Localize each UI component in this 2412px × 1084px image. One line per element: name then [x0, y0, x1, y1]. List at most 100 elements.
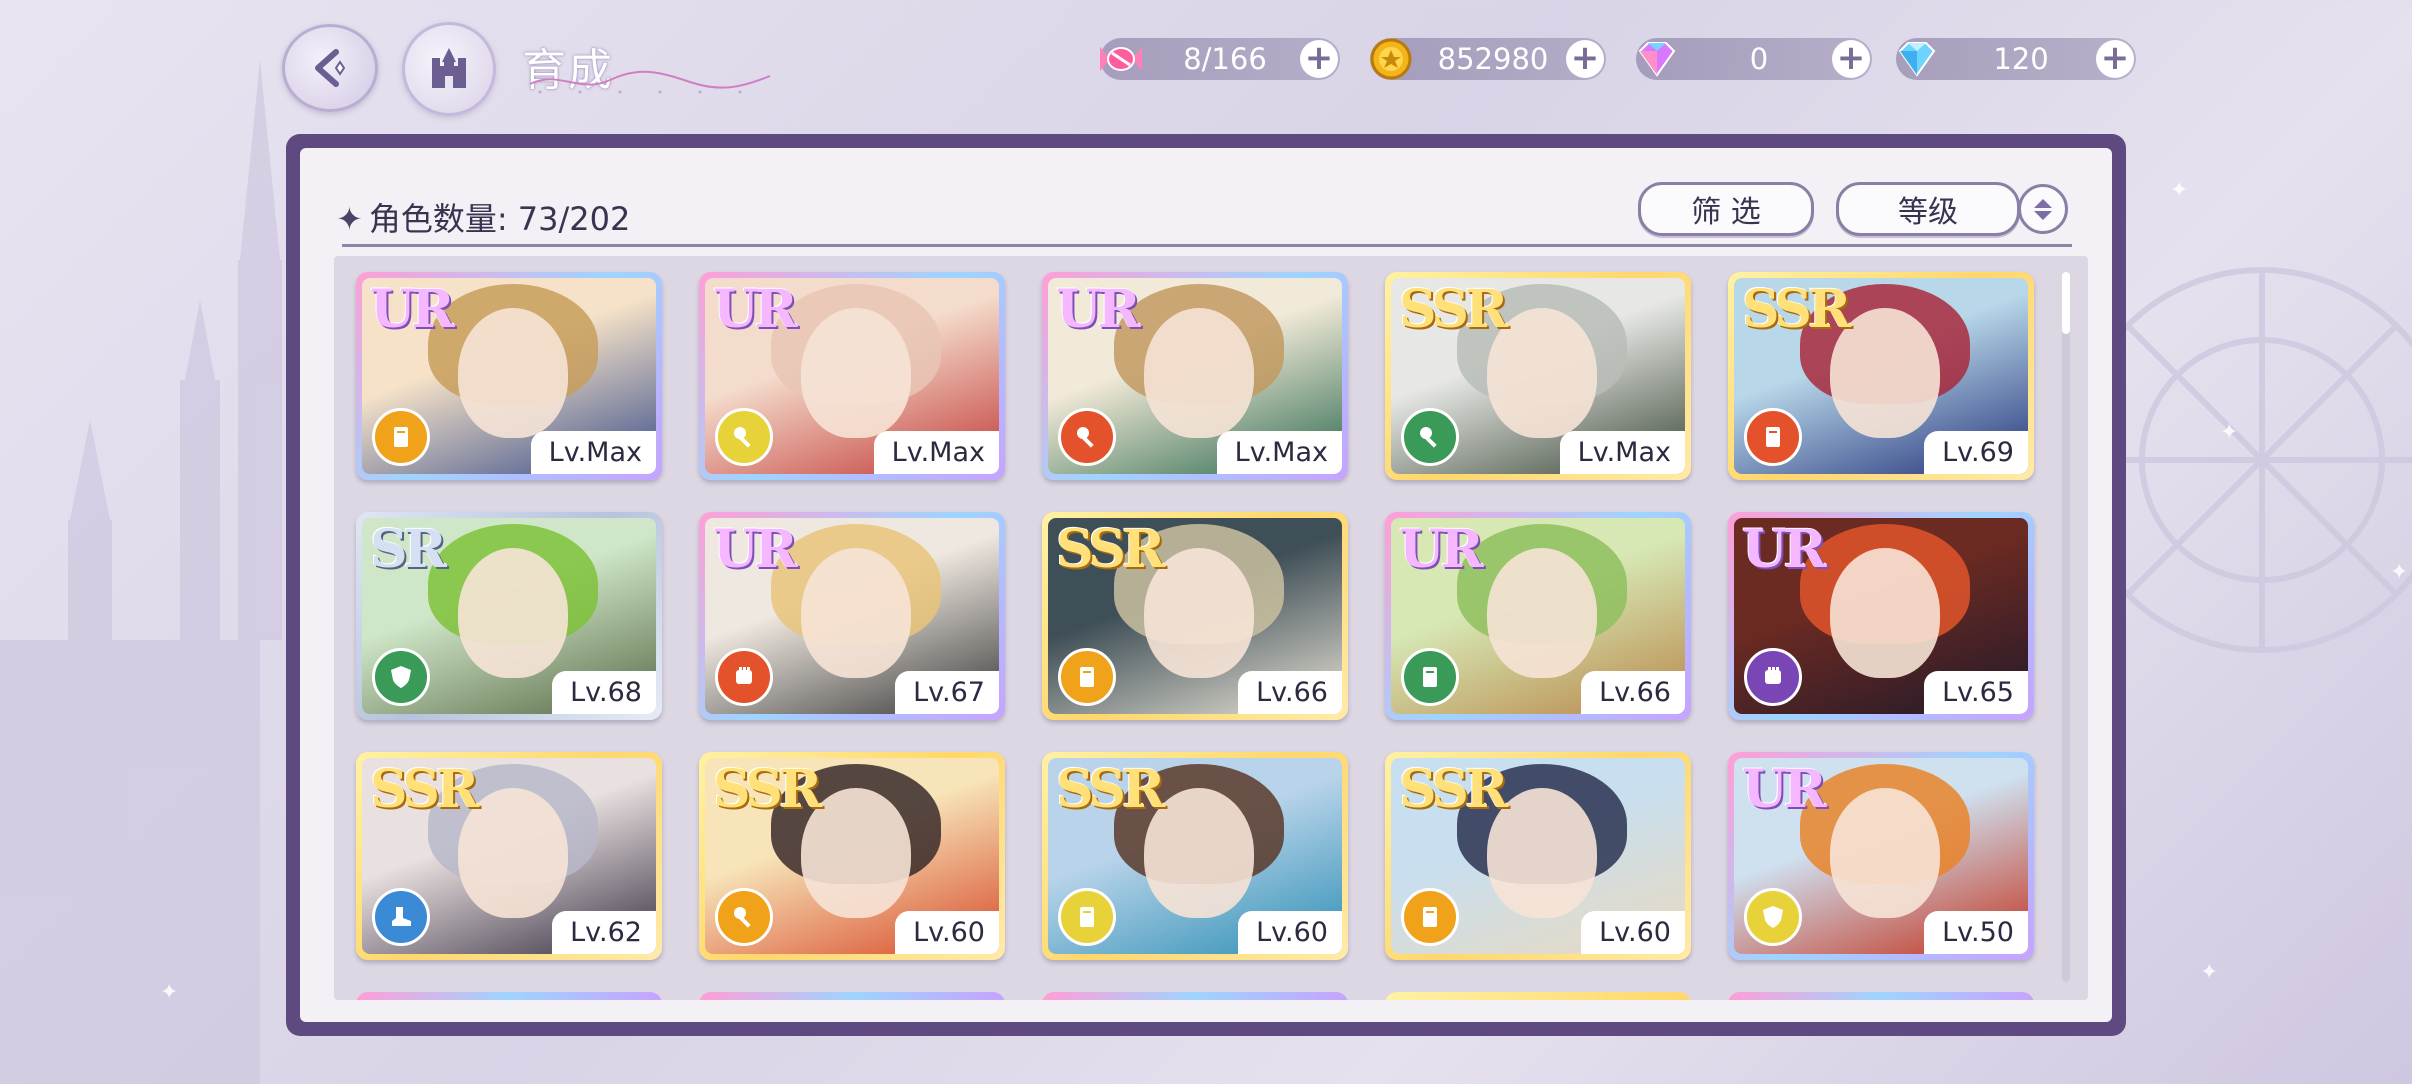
fist-role-icon	[715, 648, 773, 706]
level-label: Lv.60	[1238, 911, 1342, 954]
character-card[interactable]: UR Lv.Max	[1042, 272, 1348, 480]
rarity-badge: UR	[1399, 519, 1484, 580]
character-grid[interactable]: UR Lv.Max UR Lv.Max UR Lv.Max SSR Lv.Max SSR Lv.6…	[334, 256, 2088, 1000]
character-card[interactable]: SR Lv.68	[356, 512, 662, 720]
level-label: Lv.Max	[1559, 431, 1685, 474]
rainbow-gem-icon	[1630, 32, 1684, 86]
character-card[interactable]: SSR Lv.60	[1385, 752, 1691, 960]
character-card-partial[interactable]	[699, 992, 1005, 1000]
rarity-badge: SSR	[1399, 759, 1508, 820]
card-role-icon	[1058, 888, 1116, 946]
level-label: Lv.62	[552, 911, 656, 954]
character-card[interactable]: SSR Lv.Max	[1385, 272, 1691, 480]
rarity-badge: SSR	[370, 759, 479, 820]
back-button[interactable]	[282, 24, 378, 112]
sort-descending-icon	[2034, 210, 2052, 220]
key-role-icon	[1401, 408, 1459, 466]
rarity-badge: UR	[1056, 279, 1141, 340]
level-label: Lv.50	[1924, 911, 2028, 954]
character-face	[801, 548, 911, 678]
sort-order-toggle[interactable]	[2018, 184, 2068, 234]
roster-panel-inner: ✦ 角色数量: 73/202 筛 选 等级 UR Lv.Max UR Lv.Max UR L…	[300, 148, 2112, 1022]
rarity-badge: UR	[713, 279, 798, 340]
character-card[interactable]: UR Lv.50	[1728, 752, 2034, 960]
card-role-icon	[1401, 888, 1459, 946]
key-role-icon	[715, 408, 773, 466]
character-portrait: SSR Lv.Max	[1391, 278, 1685, 474]
add-gold-button[interactable]: +	[1566, 40, 1604, 78]
boot-role-icon	[372, 888, 430, 946]
grid-scrollbar[interactable]	[2062, 272, 2070, 982]
character-count-label: 角色数量:	[368, 200, 508, 238]
shield-role-icon	[372, 648, 430, 706]
rainbow-gem-currency: 0 +	[1636, 38, 1872, 80]
sparkle-icon: ✦	[160, 980, 179, 1005]
rarity-badge: SR	[370, 519, 447, 580]
character-portrait: SSR Lv.60	[1391, 758, 1685, 954]
level-label: Lv.Max	[530, 431, 656, 474]
add-rainbow-gem-button[interactable]: +	[1832, 40, 1870, 78]
character-portrait: SSR Lv.66	[1048, 518, 1342, 714]
sort-by-level-button[interactable]: 等级	[1836, 182, 2020, 236]
sort-ascending-icon	[2034, 198, 2052, 208]
rarity-badge: SSR	[1056, 759, 1165, 820]
character-portrait: SR Lv.68	[362, 518, 656, 714]
character-card[interactable]: UR Lv.Max	[699, 272, 1005, 480]
character-portrait: UR Lv.65	[1734, 518, 2028, 714]
sparkle-icon: ✦	[2390, 560, 2409, 585]
key-role-icon	[715, 888, 773, 946]
level-label: Lv.68	[552, 671, 656, 714]
level-label: Lv.66	[1581, 671, 1685, 714]
grid-scroll-thumb[interactable]	[2062, 272, 2070, 334]
rarity-badge: UR	[370, 279, 455, 340]
header-divider	[342, 244, 2072, 247]
character-card[interactable]: UR Lv.66	[1385, 512, 1691, 720]
character-portrait: UR Lv.50	[1734, 758, 2028, 954]
level-label: Lv.60	[1581, 911, 1685, 954]
candy-currency: 8/166 +	[1100, 38, 1340, 80]
character-card[interactable]: SSR Lv.69	[1728, 272, 2034, 480]
character-face	[1487, 548, 1597, 678]
character-face	[458, 548, 568, 678]
character-card-partial[interactable]	[1385, 992, 1691, 1000]
character-portrait: UR Lv.Max	[362, 278, 656, 474]
character-card[interactable]: UR Lv.Max	[356, 272, 662, 480]
level-label: Lv.69	[1924, 431, 2028, 474]
sparkle-icon: ✦	[336, 200, 363, 238]
card-role-icon	[1744, 408, 1802, 466]
character-portrait: UR Lv.Max	[1048, 278, 1342, 474]
gold-coin-icon	[1364, 32, 1418, 86]
rarity-badge: UR	[1742, 759, 1827, 820]
roster-panel: ✦ 角色数量: 73/202 筛 选 等级 UR Lv.Max UR Lv.Max UR L…	[286, 134, 2126, 1036]
character-card[interactable]: SSR Lv.62	[356, 752, 662, 960]
character-portrait: SSR Lv.69	[1734, 278, 2028, 474]
add-diamond-button[interactable]: +	[2096, 40, 2134, 78]
home-button[interactable]	[402, 22, 496, 116]
diamond-icon	[1890, 32, 1944, 86]
character-card[interactable]: UR Lv.67	[699, 512, 1005, 720]
rarity-badge: UR	[1742, 519, 1827, 580]
character-card[interactable]: UR Lv.65	[1728, 512, 2034, 720]
level-label: Lv.60	[895, 911, 999, 954]
character-card-partial[interactable]	[356, 992, 662, 1000]
add-candy-button[interactable]: +	[1300, 40, 1338, 78]
character-face	[1830, 788, 1940, 918]
sparkle-icon: ✦	[2200, 960, 2219, 985]
diamond-currency: 120 +	[1896, 38, 2136, 80]
candy-icon	[1094, 32, 1148, 86]
gold-currency: 852980 +	[1370, 38, 1606, 80]
rarity-badge: UR	[713, 519, 798, 580]
character-card[interactable]: SSR Lv.66	[1042, 512, 1348, 720]
character-card[interactable]: SSR Lv.60	[699, 752, 1005, 960]
card-role-icon	[372, 408, 430, 466]
level-label: Lv.65	[1924, 671, 2028, 714]
castle-silhouette	[0, 60, 282, 1084]
character-portrait: UR Lv.Max	[705, 278, 999, 474]
character-count: ✦ 角色数量: 73/202	[336, 194, 630, 240]
rarity-badge: SSR	[1056, 519, 1165, 580]
character-card[interactable]: SSR Lv.60	[1042, 752, 1348, 960]
character-card-partial[interactable]	[1042, 992, 1348, 1000]
filter-button[interactable]: 筛 选	[1638, 182, 1814, 236]
character-card-partial[interactable]	[1728, 992, 2034, 1000]
card-role-icon	[1058, 648, 1116, 706]
